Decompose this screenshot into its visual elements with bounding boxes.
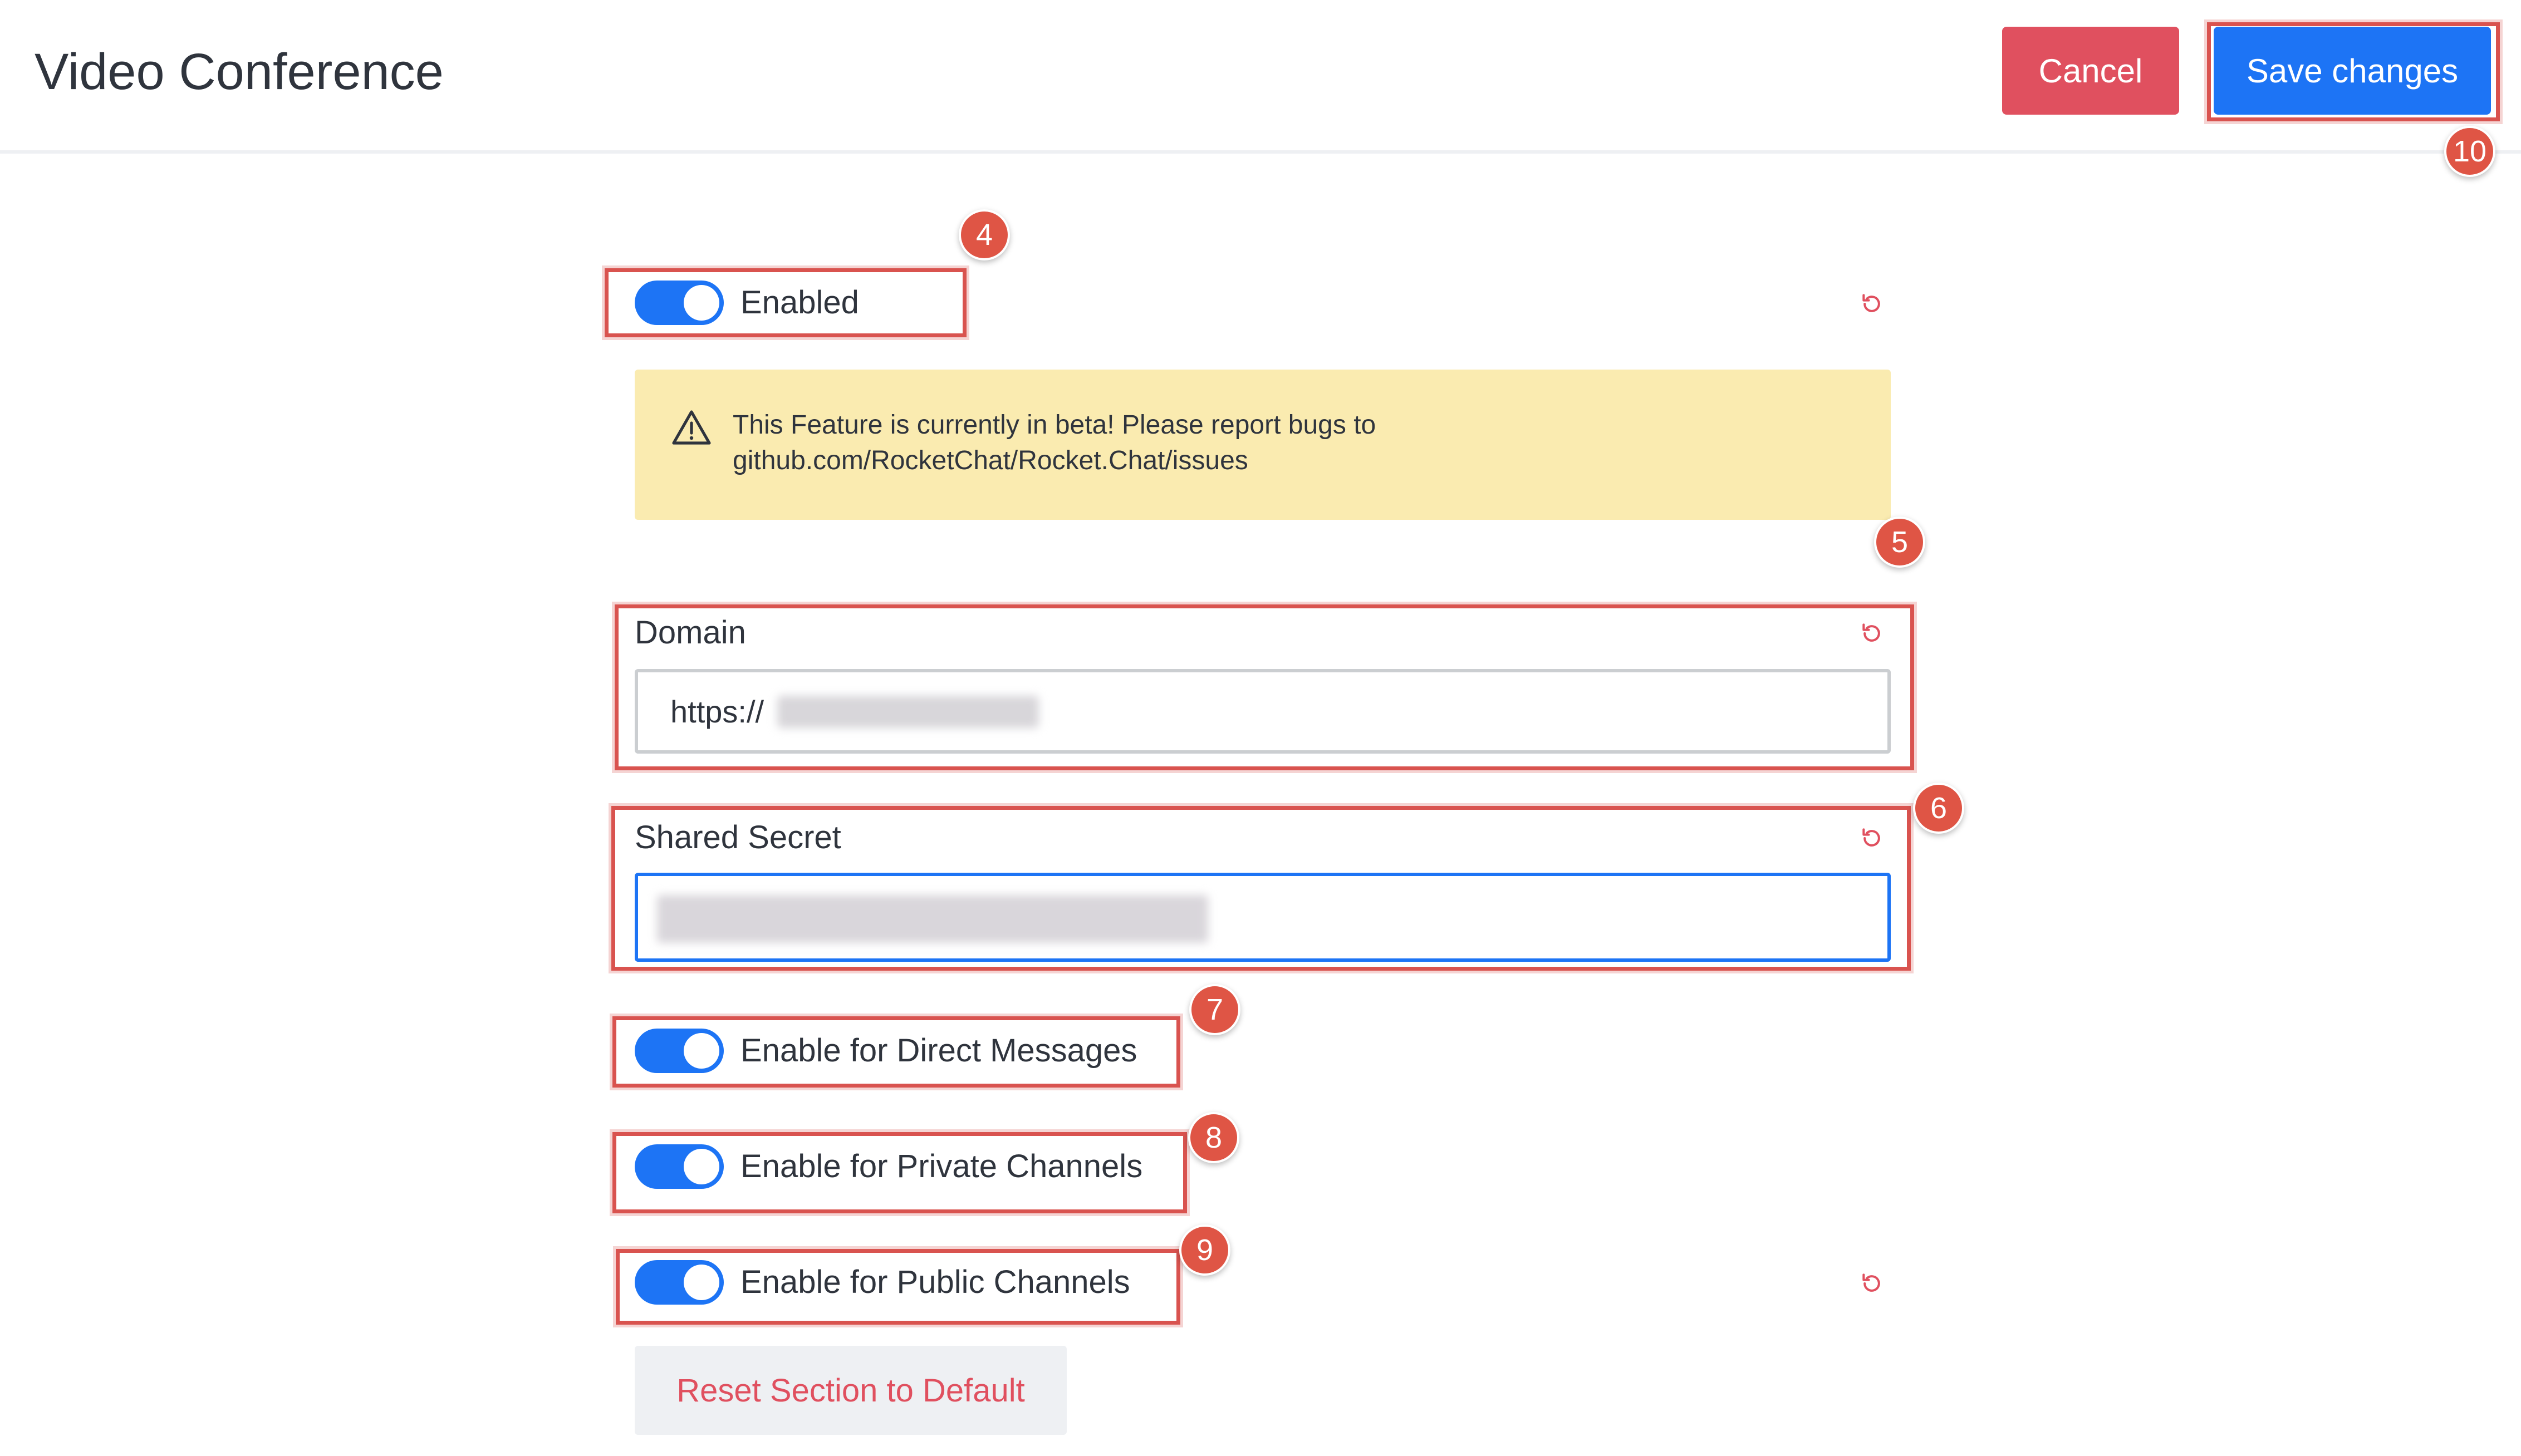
- reset-public-channels-icon[interactable]: [1860, 1271, 1884, 1296]
- annotation-badge-5: 5: [1874, 517, 1925, 568]
- direct-messages-toggle[interactable]: [635, 1029, 724, 1073]
- domain-value: https://: [670, 694, 764, 729]
- header-divider: [0, 150, 2521, 154]
- enabled-label: Enabled: [740, 284, 859, 321]
- toggle-knob: [684, 1149, 719, 1184]
- toggle-knob: [684, 285, 719, 321]
- public-channels-toggle[interactable]: [635, 1260, 724, 1305]
- domain-redacted-value: [777, 696, 1039, 728]
- annotation-badge-4: 4: [959, 209, 1010, 260]
- save-changes-button[interactable]: Save changes: [2214, 27, 2491, 115]
- public-channels-label: Enable for Public Channels: [740, 1264, 1130, 1300]
- beta-warning-text: This Feature is currently in beta! Pleas…: [733, 407, 1818, 479]
- annotation-badge-9: 9: [1179, 1224, 1230, 1276]
- private-channels-toggle[interactable]: [635, 1144, 724, 1189]
- warning-icon: [671, 410, 712, 445]
- reset-shared-secret-icon[interactable]: [1860, 826, 1884, 850]
- annotation-badge-8: 8: [1188, 1112, 1239, 1163]
- domain-label: Domain: [635, 614, 746, 651]
- enabled-toggle[interactable]: [635, 281, 724, 325]
- reset-section-button[interactable]: Reset Section to Default: [635, 1346, 1067, 1435]
- shared-secret-label: Shared Secret: [635, 819, 841, 855]
- direct-messages-label: Enable for Direct Messages: [740, 1032, 1137, 1069]
- annotation-badge-10: 10: [2444, 126, 2495, 177]
- reset-enabled-icon[interactable]: [1860, 292, 1884, 316]
- shared-secret-redacted-value: [657, 895, 1208, 943]
- beta-warning-link[interactable]: github.com/RocketChat/Rocket.Chat/issues: [733, 443, 1818, 479]
- toggle-knob: [684, 1265, 719, 1300]
- page-title: Video Conference: [35, 43, 444, 100]
- private-channels-label: Enable for Private Channels: [740, 1148, 1143, 1184]
- reset-domain-icon[interactable]: [1860, 621, 1884, 646]
- annotation-badge-6: 6: [1913, 783, 1964, 834]
- cancel-button[interactable]: Cancel: [2002, 27, 2179, 115]
- beta-warning-line1: This Feature is currently in beta! Pleas…: [733, 410, 1376, 440]
- toggle-knob: [684, 1033, 719, 1069]
- annotation-badge-7: 7: [1189, 984, 1240, 1035]
